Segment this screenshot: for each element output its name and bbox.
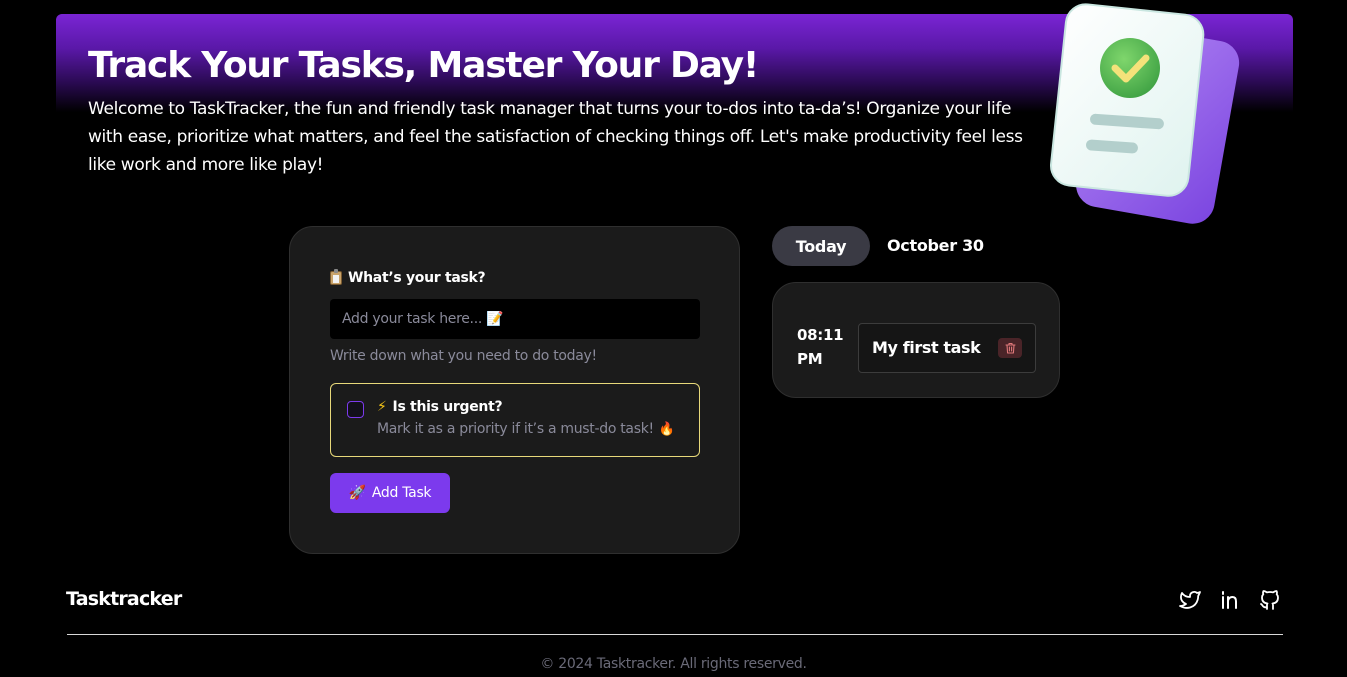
urgent-option: ⚡ Is this urgent? Mark it as a priority …	[330, 383, 700, 457]
delete-task-button[interactable]	[998, 338, 1022, 358]
rocket-icon: 🚀	[348, 485, 366, 501]
trash-icon	[1004, 342, 1016, 354]
task-label-text: What’s your task?	[348, 270, 486, 286]
hero-description: Welcome to TaskTracker, the fun and frie…	[88, 99, 1023, 175]
twitter-icon[interactable]	[1178, 588, 1202, 612]
add-task-button[interactable]: 🚀 Add Task	[330, 473, 450, 513]
urgent-checkbox[interactable]	[347, 401, 364, 418]
task-document-illustration	[1050, 3, 1240, 224]
task-time: 08:11 PM	[797, 326, 844, 368]
task-hint: Write down what you need to do today!	[330, 348, 597, 364]
fire-icon: 🔥	[658, 421, 675, 437]
task-item: My first task	[858, 323, 1036, 373]
clipboard-icon	[330, 269, 342, 285]
today-tab[interactable]: Today	[772, 226, 870, 266]
urgent-description-text: Mark it as a priority if it’s a must-do …	[377, 421, 654, 437]
footer-brand: Tasktracker	[66, 588, 182, 610]
lightning-icon: ⚡	[377, 399, 387, 415]
task-name: My first task	[872, 338, 981, 357]
task-label: What’s your task?	[330, 269, 486, 286]
task-form-card: What’s your task? Write down what you ne…	[289, 226, 740, 554]
urgent-title-text: Is this urgent?	[392, 399, 503, 415]
hero-title: Track Your Tasks, Master Your Day!	[88, 45, 759, 86]
date-label: October 30	[887, 236, 984, 255]
urgent-title: ⚡ Is this urgent?	[377, 399, 503, 415]
schedule-card: 08:11 PM My first task	[772, 282, 1060, 398]
linkedin-icon[interactable]	[1219, 588, 1243, 612]
urgent-description: Mark it as a priority if it’s a must-do …	[377, 421, 675, 437]
github-icon[interactable]	[1258, 588, 1282, 612]
task-input[interactable]	[330, 299, 700, 339]
footer-divider	[67, 634, 1283, 635]
add-task-label: Add Task	[371, 485, 432, 501]
copyright: © 2024 Tasktracker. All rights reserved.	[540, 656, 807, 672]
